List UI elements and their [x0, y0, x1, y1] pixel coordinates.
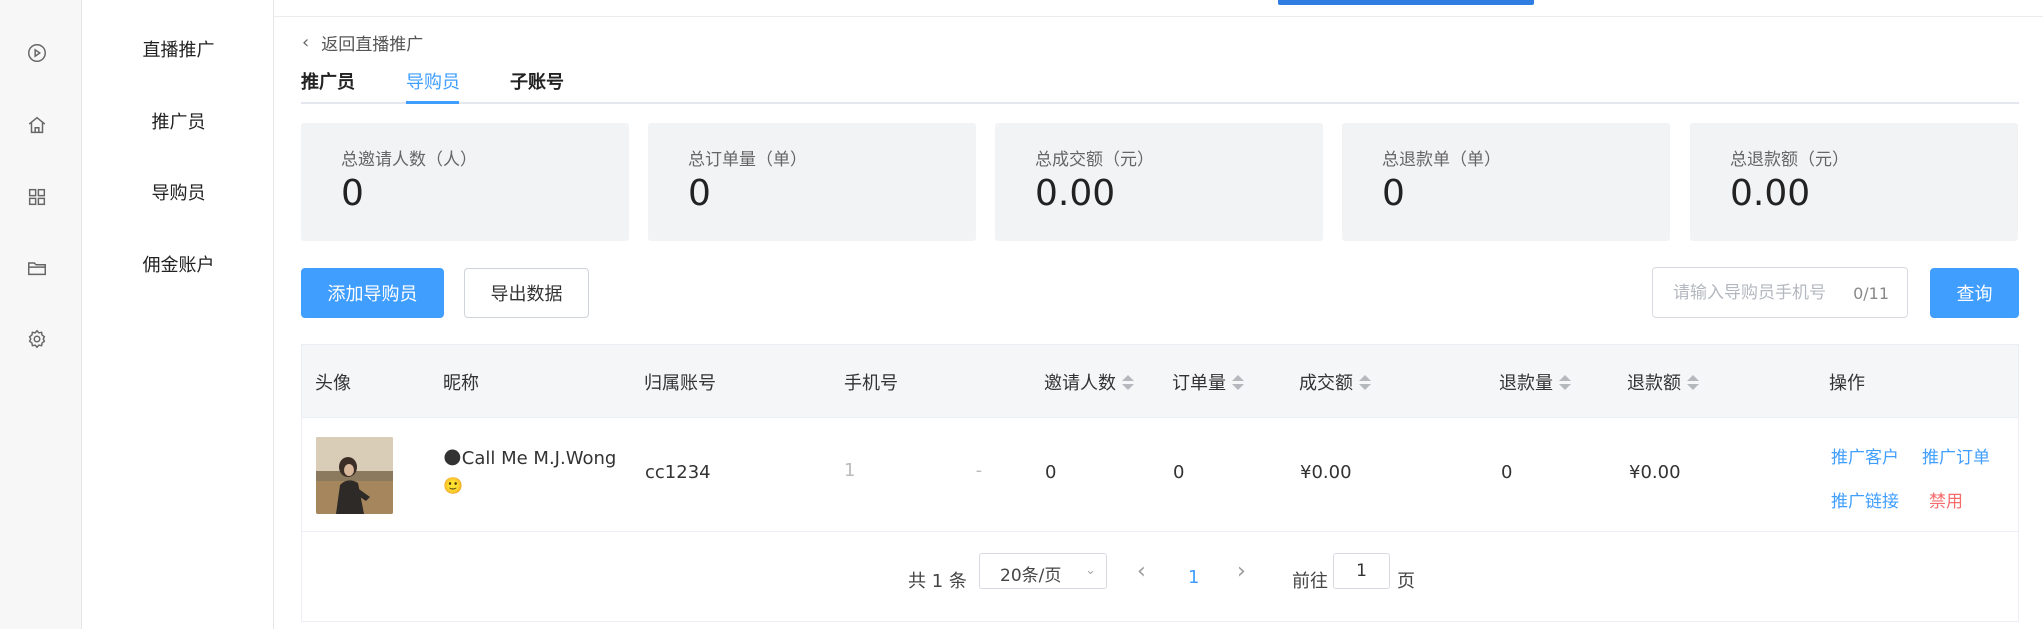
column-refund-amount[interactable]: 退款额: [1627, 369, 1699, 395]
page-size-select[interactable]: 20条/页 ⌄: [979, 553, 1107, 589]
tab-shopping-guides[interactable]: 导购员: [406, 68, 460, 94]
column-label: 退款量: [1499, 373, 1553, 394]
pagination: 共 1 条 20条/页 ⌄ ‹ 1 › 前往 1 页: [302, 533, 2018, 621]
stat-label: 总邀请人数（人）: [341, 150, 477, 170]
tab-sub-accounts[interactable]: 子账号: [510, 68, 564, 94]
stat-card-total-orders: 总订单量（单） 0: [648, 123, 976, 241]
avatar: [316, 437, 393, 514]
phone-search-input[interactable]: [1673, 280, 1853, 306]
disable-link[interactable]: 禁用: [1929, 487, 1963, 512]
prev-page-icon[interactable]: ‹: [1137, 559, 1146, 584]
column-label: 邀请人数: [1044, 373, 1116, 394]
stat-label: 总订单量（单）: [688, 150, 807, 170]
column-label: 归属账号: [644, 373, 716, 394]
phone-cell: 1 -: [844, 460, 983, 481]
submenu: 直播推广 推广员 导购员 佣金账户: [83, 0, 274, 629]
stat-value: 0: [1382, 173, 1405, 214]
orders-cell: 0: [1173, 462, 1185, 483]
play-circle-icon[interactable]: [26, 42, 48, 64]
submenu-item-live-promotion[interactable]: 直播推广: [83, 36, 274, 62]
sort-icon[interactable]: [1232, 374, 1244, 390]
submenu-item-commission-account[interactable]: 佣金账户: [83, 251, 274, 277]
column-label: 成交额: [1299, 373, 1353, 394]
promote-customers-link[interactable]: 推广客户: [1831, 443, 1899, 468]
folder-icon[interactable]: [26, 257, 48, 279]
column-account: 归属账号: [644, 369, 716, 395]
goto-page-input[interactable]: 1: [1333, 553, 1390, 589]
top-divider: [274, 16, 2043, 17]
next-page-icon[interactable]: ›: [1237, 559, 1246, 584]
stat-label: 总成交额（元）: [1035, 150, 1154, 170]
stat-value: 0.00: [1730, 173, 1811, 214]
icon-rail: [0, 0, 82, 629]
stat-label: 总退款单（单）: [1382, 150, 1501, 170]
column-phone: 手机号: [844, 369, 898, 395]
gear-icon[interactable]: [26, 328, 48, 350]
column-label: 操作: [1829, 373, 1865, 394]
column-refunds[interactable]: 退款量: [1499, 369, 1571, 395]
column-label: 订单量: [1172, 373, 1226, 394]
column-label: 手机号: [844, 373, 898, 394]
search-char-counter: 0/11: [1853, 284, 1889, 303]
back-link-label: 返回直播推广: [321, 35, 424, 55]
chevron-left-icon: ‹: [302, 32, 310, 53]
refund-amount-cell: ¥0.00: [1629, 462, 1681, 483]
tab-bar: 推广员 导购员 子账号: [301, 64, 2019, 104]
home-icon[interactable]: [26, 114, 48, 136]
app-root: 直播推广 推广员 导购员 佣金账户 ‹ 返回直播推广 推广员 导购员 子账号 总…: [0, 0, 2043, 629]
goto-label: 前往: [1292, 571, 1328, 592]
stat-card-total-invites: 总邀请人数（人） 0: [301, 123, 629, 241]
amount-cell: ¥0.00: [1300, 462, 1352, 483]
stat-value: 0: [688, 173, 711, 214]
refunds-cell: 0: [1501, 462, 1513, 483]
account-cell: cc1234: [645, 462, 711, 483]
stat-value: 0: [341, 173, 364, 214]
sort-icon[interactable]: [1122, 374, 1134, 390]
column-invites[interactable]: 邀请人数: [1044, 369, 1134, 395]
column-nickname: 昵称: [443, 369, 479, 395]
column-label: 头像: [315, 373, 351, 394]
stat-card-total-refund-amount: 总退款额（元） 0.00: [1690, 123, 2018, 241]
sort-icon[interactable]: [1687, 374, 1699, 390]
stat-value: 0.00: [1035, 173, 1116, 214]
sort-icon[interactable]: [1359, 374, 1371, 390]
shopping-guide-table: 头像 昵称 归属账号 手机号 邀请人数 订单量 成交额 退款量 退款额 操作 🌑…: [301, 344, 2019, 622]
submenu-item-shopping-guides[interactable]: 导购员: [83, 179, 274, 205]
chevron-down-icon: ⌄: [1085, 563, 1096, 578]
nickname-line-1: 🌑Call Me M.J.Wong: [443, 448, 617, 469]
invites-cell: 0: [1045, 462, 1057, 483]
table-row: 🌑Call Me M.J.Wong 🙂 cc1234 1 - 0 0 ¥0.00…: [302, 418, 2018, 532]
active-tab-indicator: [406, 101, 459, 104]
column-actions: 操作: [1829, 369, 1865, 395]
column-label: 退款额: [1627, 373, 1681, 394]
stat-card-total-sales: 总成交额（元） 0.00: [995, 123, 1323, 241]
grid-icon[interactable]: [26, 186, 48, 208]
column-avatar: 头像: [315, 369, 351, 395]
nickname-line-2: 🙂: [443, 476, 463, 495]
top-accent-bar: [1278, 0, 1534, 5]
tab-promoters[interactable]: 推广员: [301, 68, 355, 94]
page-size-value: 20条/页: [1000, 566, 1062, 586]
sort-icon[interactable]: [1559, 374, 1571, 390]
column-label: 昵称: [443, 373, 479, 394]
stat-card-total-refund-orders: 总退款单（单） 0: [1342, 123, 1670, 241]
submenu-item-promoters[interactable]: 推广员: [83, 108, 274, 134]
table-header: 头像 昵称 归属账号 手机号 邀请人数 订单量 成交额 退款量 退款额 操作: [302, 345, 2018, 418]
promote-link-link[interactable]: 推广链接: [1831, 487, 1899, 512]
phone-search-field: 0/11: [1652, 267, 1908, 318]
back-link[interactable]: ‹ 返回直播推广: [302, 30, 423, 55]
pagination-total: 共 1 条: [908, 571, 967, 592]
add-shopping-guide-button[interactable]: 添加导购员: [301, 268, 444, 318]
stat-label: 总退款额（元）: [1730, 150, 1849, 170]
query-button[interactable]: 查询: [1930, 268, 2019, 318]
column-orders[interactable]: 订单量: [1172, 369, 1244, 395]
export-data-button[interactable]: 导出数据: [464, 268, 589, 318]
column-amount[interactable]: 成交额: [1299, 369, 1371, 395]
goto-unit-label: 页: [1397, 571, 1415, 592]
page-number-current[interactable]: 1: [1188, 567, 1199, 588]
promote-orders-link[interactable]: 推广订单: [1922, 443, 1990, 468]
